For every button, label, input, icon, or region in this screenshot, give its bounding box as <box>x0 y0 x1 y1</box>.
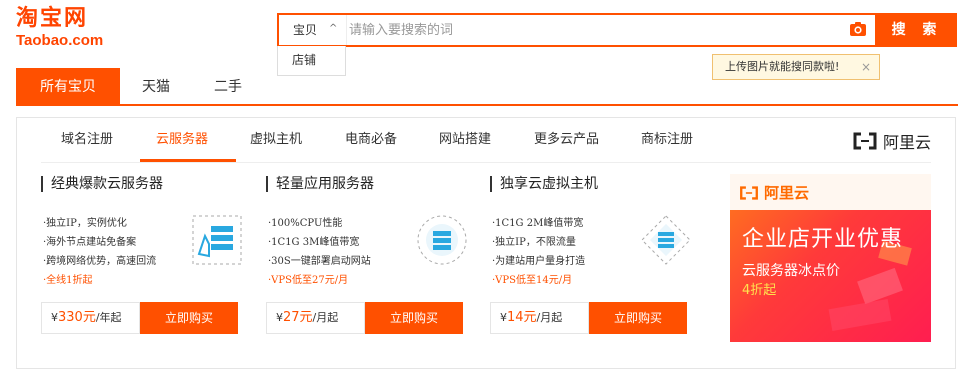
image-search-tooltip: 上传图片就能搜同款啦! × <box>712 54 880 80</box>
feature-item: ·独立IP，不限流量 <box>492 237 576 248</box>
banner-subline: 云服务器冰点价 <box>742 263 840 279</box>
product-card-virtual-host: 独享云虚拟主机 ·1C1G 2M峰值带宽 ·独立IP，不限流量 ·为建站用户量身… <box>490 170 702 340</box>
promo-banner[interactable]: 阿里云 企业店开业优惠 云服务器冰点价 4折起 <box>730 174 931 342</box>
server-circle-icon <box>417 215 467 265</box>
currency-symbol: ¥ <box>500 311 507 324</box>
price-box: ¥14元/月起 <box>490 302 589 334</box>
tooltip-text: 上传图片就能搜同款啦! <box>725 60 840 73</box>
search-scope-option-shop[interactable]: 店铺 <box>277 46 346 76</box>
feature-list: ·100%CPU性能 ·1C1G 3M峰值带宽 ·30S一键部署启动网站 ·VP… <box>268 214 371 290</box>
price-value: 27元 <box>283 310 313 325</box>
subnav-domain[interactable]: 域名注册 <box>61 131 113 149</box>
server-hand-icon <box>192 215 242 265</box>
aliyun-logo: 阿里云 <box>852 129 931 153</box>
aliyun-logo-text: 阿里云 <box>882 133 931 152</box>
taobao-logo[interactable]: 淘宝网 Taobao.com <box>16 6 103 50</box>
search-bar: 宝贝 ^ <box>277 13 877 47</box>
price-unit: /月起 <box>312 311 339 324</box>
product-card-ecs: 经典爆款云服务器 ·独立IP，实例优化 ·海外节点建站免备案 ·跨境网络优势，高… <box>41 170 253 340</box>
logo-cn-text: 淘宝网 <box>16 6 89 31</box>
tab-tmall[interactable]: 天猫 <box>120 68 192 106</box>
feature-item: ·为建站用户量身打造 <box>492 256 586 267</box>
feature-item: ·1C1G 2M峰值带宽 <box>492 218 584 229</box>
card-title: 经典爆款云服务器 <box>41 176 163 192</box>
currency-symbol: ¥ <box>276 311 283 324</box>
subnav-trademark[interactable]: 商标注册 <box>641 131 693 149</box>
tab-all-items[interactable]: 所有宝贝 <box>16 68 120 106</box>
card-title: 独享云虚拟主机 <box>490 176 598 192</box>
buy-now-button[interactable]: 立即购买 <box>365 302 463 334</box>
camera-icon[interactable] <box>849 21 867 37</box>
price-box: ¥330元/年起 <box>41 302 140 334</box>
card-title: 轻量应用服务器 <box>266 176 374 192</box>
search-input[interactable] <box>349 17 829 43</box>
price-value: 330元 <box>58 310 96 325</box>
subnav-virtual-host[interactable]: 虚拟主机 <box>250 131 302 149</box>
buy-now-button[interactable]: 立即购买 <box>140 302 238 334</box>
feature-item: ·30S一键部署启动网站 <box>268 256 371 267</box>
feature-item: ·海外节点建站免备案 <box>43 237 137 248</box>
aliyun-subnav: 域名注册 云服务器 虚拟主机 电商必备 网站搭建 更多云产品 商标注册 阿里云 <box>41 118 931 163</box>
feature-item: ·跨境网络优势，高速回流 <box>43 256 157 267</box>
feature-item: ·1C1G 3M峰值带宽 <box>268 237 360 248</box>
banner-decoration <box>828 240 912 332</box>
search-scope-label: 宝贝 <box>293 23 318 37</box>
aliyun-brackets-icon <box>853 132 877 150</box>
price-value: 14元 <box>507 310 537 325</box>
chevron-up-icon: ^ <box>329 23 338 34</box>
promo-item: ·VPS低至27元/月 <box>268 275 349 286</box>
promo-item: ·全线1折起 <box>43 275 93 286</box>
feature-item: ·100%CPU性能 <box>268 218 343 229</box>
feature-list: ·独立IP，实例优化 ·海外节点建站免备案 ·跨境网络优势，高速回流 ·全线1折… <box>43 214 156 290</box>
feature-item: ·独立IP，实例优化 <box>43 218 127 229</box>
tab-secondhand[interactable]: 二手 <box>192 68 264 106</box>
aliyun-panel: 域名注册 云服务器 虚拟主机 电商必备 网站搭建 更多云产品 商标注册 阿里云 … <box>16 117 956 369</box>
subnav-website-build[interactable]: 网站搭建 <box>439 131 491 149</box>
product-card-lightweight: 轻量应用服务器 ·100%CPU性能 ·1C1G 3M峰值带宽 ·30S一键部署… <box>266 170 478 340</box>
banner-discount: 4折起 <box>742 283 777 298</box>
tab-divider <box>16 104 958 106</box>
subnav-ecommerce[interactable]: 电商必备 <box>345 131 397 149</box>
price-unit: /月起 <box>536 311 563 324</box>
server-diamond-icon <box>641 215 691 265</box>
promo-item: ·VPS低至14元/月 <box>492 275 573 286</box>
feature-list: ·1C1G 2M峰值带宽 ·独立IP，不限流量 ·为建站用户量身打造 ·VPS低… <box>492 214 585 290</box>
search-button[interactable]: 搜 索 <box>877 13 957 47</box>
banner-headline: 企业店开业优惠 <box>742 227 904 252</box>
search-scope-select[interactable]: 宝贝 ^ <box>279 15 347 45</box>
buy-now-button[interactable]: 立即购买 <box>589 302 687 334</box>
subnav-more-products[interactable]: 更多云产品 <box>534 131 599 149</box>
price-unit: /年起 <box>95 311 122 324</box>
subnav-cloud-server[interactable]: 云服务器 <box>156 131 208 149</box>
subnav-active-underline <box>140 159 236 162</box>
currency-symbol: ¥ <box>51 311 58 324</box>
close-icon[interactable]: × <box>861 55 871 79</box>
price-box: ¥27元/月起 <box>266 302 365 334</box>
logo-en-text: Taobao.com <box>16 32 104 49</box>
